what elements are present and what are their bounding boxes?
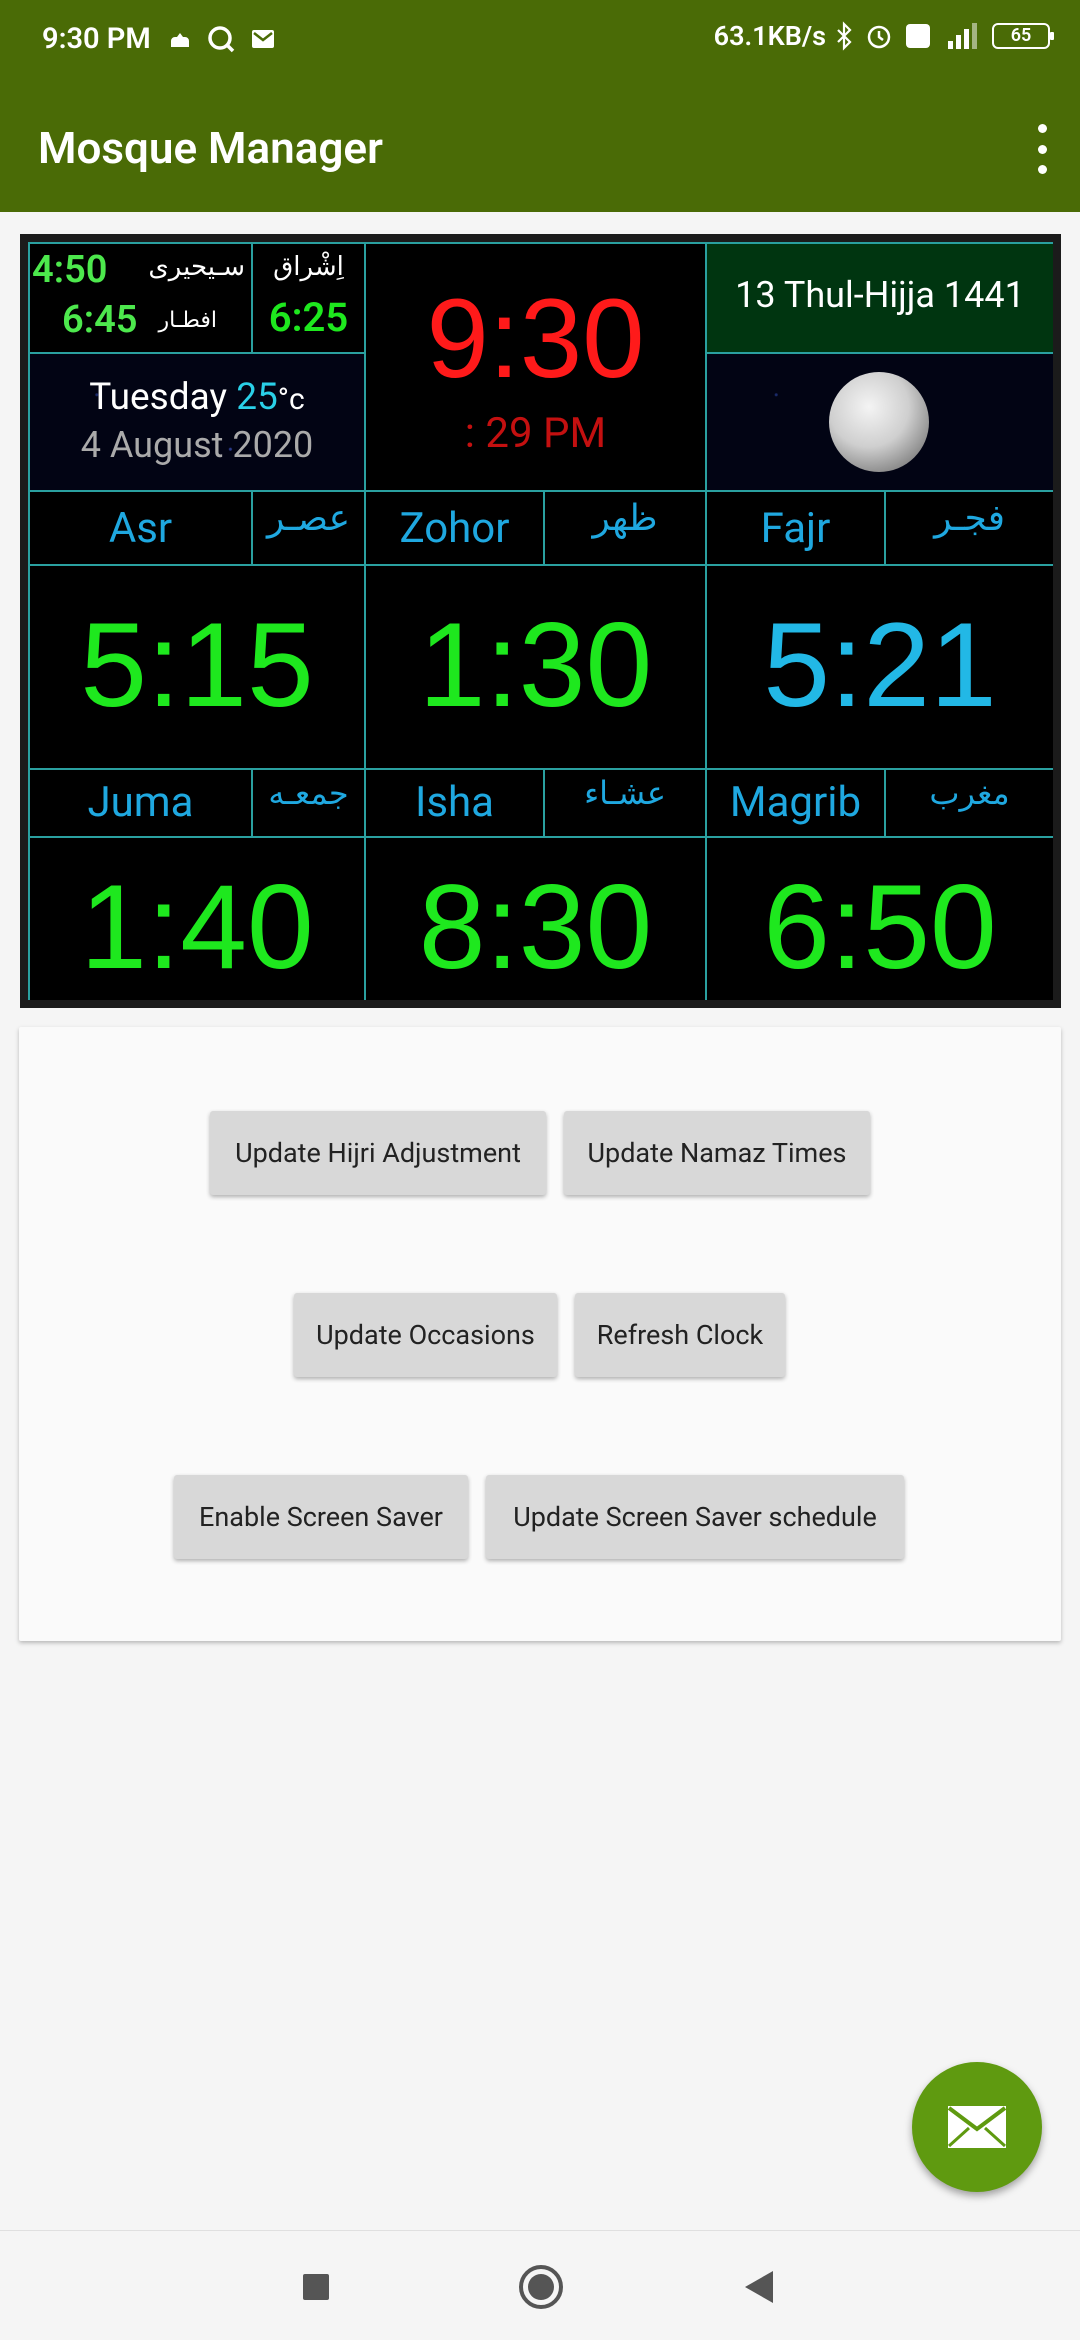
- search-icon: [208, 26, 235, 53]
- hijri-date: 13 Thul-Hijja 1441: [735, 274, 1025, 316]
- zohor-arabic-cell: ظهر: [543, 490, 707, 566]
- sehri-label: سـيحيرى: [148, 252, 245, 282]
- moon-cell: [705, 352, 1053, 492]
- fajr-arabic-cell: فجـر: [884, 490, 1053, 566]
- fajr-arabic: فجـر: [934, 498, 1005, 539]
- refresh-clock-button[interactable]: Refresh Clock: [575, 1293, 785, 1377]
- mail-notification-icon: [252, 30, 274, 48]
- magrib-time-cell: 6:50 +91 9880506766: [705, 836, 1053, 1008]
- zohor-label-cell: Zohor: [364, 490, 545, 566]
- isha-time: 8:30: [418, 860, 653, 994]
- update-namaz-times-button[interactable]: Update Namaz Times: [564, 1111, 870, 1195]
- magrib-label-cell: Magrib: [705, 768, 886, 838]
- isha-time-cell: 8:30 By: Mujeeb Mohammed: [364, 836, 707, 1008]
- isha-label: Isha: [414, 778, 495, 827]
- ishraq-cell: اِشْراق 6:25: [251, 242, 366, 354]
- juma-label: Juma: [87, 778, 194, 827]
- back-icon[interactable]: [745, 2271, 773, 2303]
- magrib-arabic-cell: مغرب: [884, 768, 1053, 838]
- status-bar: 9:30 PM 63.1KB/s 65: [0, 0, 1080, 84]
- mail-fab[interactable]: [912, 2062, 1042, 2192]
- juma-time: 1:40: [80, 860, 314, 994]
- day-name: Tuesday: [89, 376, 227, 419]
- notification-icons: [168, 24, 276, 54]
- clock-seconds: : 29 PM: [464, 409, 607, 458]
- prayer-display-board: 4:50 سـيحيرى 6:45 افطـار اِشْراق 6:25 Tu…: [20, 234, 1061, 1008]
- battery-icon: 65: [992, 23, 1054, 49]
- ishraq-time: 6:25: [268, 294, 349, 341]
- moon-icon: [829, 372, 929, 472]
- settings-card: Update Hijri Adjustment Update Namaz Tim…: [19, 1027, 1061, 1641]
- magrib-time: 6:50: [763, 860, 997, 994]
- juma-arabic: جمعـه: [268, 774, 349, 812]
- isha-arabic-cell: عشـاء: [543, 768, 707, 838]
- sehri-time: 4:50: [32, 248, 108, 292]
- sehri-iftar-cell: 4:50 سـيحيرى 6:45 افطـار: [28, 242, 253, 354]
- app-title: Mosque Manager: [38, 122, 383, 174]
- signal-icon: [948, 23, 977, 49]
- alarm-icon: [867, 25, 891, 49]
- fajr-time: 5:21: [763, 598, 997, 732]
- magrib-arabic: مغرب: [929, 774, 1010, 812]
- bluetooth-icon: [837, 21, 852, 51]
- juma-label-cell: Juma: [28, 768, 253, 838]
- footer-author: By: Mujeeb Mohammed: [366, 1000, 705, 1008]
- asr-label: Asr: [108, 504, 173, 553]
- asr-time: 5:15: [80, 598, 314, 732]
- footer-phone: +91 9880506766: [707, 1000, 1053, 1008]
- update-hijri-adjustment-button[interactable]: Update Hijri Adjustment: [210, 1111, 546, 1195]
- hijri-cell: 13 Thul-Hijja 1441: [705, 242, 1053, 354]
- asr-arabic: عصـر: [266, 498, 351, 539]
- isha-label-cell: Isha: [364, 768, 545, 838]
- ishraq-label: اِشْراق: [273, 252, 344, 282]
- asr-arabic-cell: عصـر: [251, 490, 366, 566]
- clock-cell: 9:30 : 29 PM: [364, 242, 707, 492]
- day-temp: Tuesday 25°c: [30, 376, 364, 419]
- temperature-unit: °c: [277, 382, 305, 417]
- fajr-time-cell: 5:21: [705, 564, 1053, 770]
- network-speed: 63.1KB/s: [713, 20, 826, 52]
- magrib-label: Magrib: [729, 778, 862, 827]
- clock-hours-minutes: 9:30: [426, 276, 645, 401]
- isha-arabic: عشـاء: [584, 774, 666, 812]
- status-time: 9:30 PM: [42, 22, 151, 56]
- app-bar: Mosque Manager: [0, 84, 1080, 212]
- gregorian-date: 4 August 2020: [80, 424, 314, 466]
- zohor-label: Zohor: [399, 504, 510, 553]
- volte-icon: [906, 24, 930, 48]
- mail-icon: [947, 2106, 1007, 2148]
- status-right: 63.1KB/s 65: [713, 20, 1054, 52]
- date-cell: Tuesday 25°c 4 August 2020: [28, 352, 366, 492]
- juma-time-cell: 1:40 mohammed.mujeeb@gmail.com: [28, 836, 366, 1008]
- more-vert-icon[interactable]: [1032, 124, 1052, 174]
- zohor-time: 1:30: [418, 598, 653, 732]
- temperature: 25: [236, 376, 278, 419]
- home-icon[interactable]: [519, 2265, 563, 2309]
- update-occasions-button[interactable]: Update Occasions: [294, 1293, 557, 1377]
- iftar-label: افطـار: [158, 308, 217, 333]
- zohor-arabic: ظهر: [592, 498, 658, 539]
- fajr-label-cell: Fajr: [705, 490, 886, 566]
- footer-email: mohammed.mujeeb@gmail.com: [30, 1000, 364, 1008]
- system-nav-bar: [0, 2230, 1080, 2340]
- mosque-icon: [171, 33, 189, 47]
- asr-time-cell: 5:15: [28, 564, 366, 770]
- fajr-label: Fajr: [760, 504, 831, 553]
- update-screen-saver-schedule-button[interactable]: Update Screen Saver schedule: [486, 1475, 904, 1559]
- enable-screen-saver-button[interactable]: Enable Screen Saver: [174, 1475, 468, 1559]
- asr-label-cell: Asr: [28, 490, 253, 566]
- juma-arabic-cell: جمعـه: [251, 768, 366, 838]
- iftar-time: 6:45: [62, 298, 138, 342]
- recents-icon[interactable]: [303, 2274, 329, 2300]
- zohor-time-cell: 1:30: [364, 564, 707, 770]
